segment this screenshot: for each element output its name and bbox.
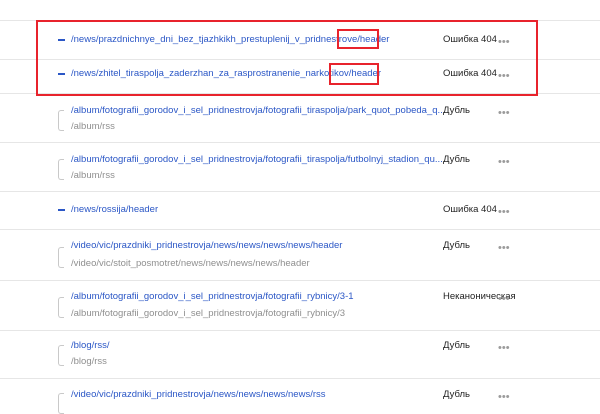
row-duplicate-url: /blog/rss: [71, 356, 107, 367]
row-url-link[interactable]: /album/fotografii_gorodov_i_sel_pridnest…: [71, 154, 443, 165]
group-bracket-icon: [58, 393, 64, 414]
table-row: /album/fotografii_gorodov_i_sel_pridnest…: [0, 143, 600, 192]
group-bracket-icon: [58, 247, 64, 268]
more-options-icon[interactable]: •••: [498, 37, 510, 48]
row-url-link[interactable]: /album/fotografii_gorodov_i_sel_pridnest…: [71, 105, 445, 116]
group-bracket-icon: [58, 345, 64, 366]
group-bracket-icon: [58, 159, 64, 180]
table-row: /video/vic/prazdniki_pridnestrovja/news/…: [0, 230, 600, 281]
row-url-link[interactable]: /album/fotografii_gorodov_i_sel_pridnest…: [71, 291, 354, 302]
group-bracket-icon: [58, 297, 64, 318]
table-row: /video/vic/prazdniki_pridnestrovja/news/…: [0, 379, 600, 414]
table-row: /news/prazdnichnye_dni_bez_tjazhkikh_pre…: [0, 20, 600, 60]
status-label: Дубль: [443, 240, 471, 251]
collapse-dash-icon[interactable]: [58, 39, 65, 41]
row-duplicate-url: /video/vic/stoit_posmotret/news/news/new…: [71, 258, 310, 269]
status-label: Дубль: [443, 340, 471, 351]
table-row: /news/zhitel_tiraspolja_zaderzhan_za_ras…: [0, 59, 600, 94]
row-url-link[interactable]: /video/vic/prazdniki_pridnestrovja/news/…: [71, 240, 342, 251]
collapse-dash-icon[interactable]: [58, 209, 65, 211]
more-options-icon[interactable]: •••: [498, 157, 510, 168]
more-options-icon[interactable]: •••: [498, 108, 510, 119]
group-bracket-icon: [58, 110, 64, 131]
table-row: /album/fotografii_gorodov_i_sel_pridnest…: [0, 94, 600, 143]
more-options-icon[interactable]: •••: [498, 207, 510, 218]
status-label: Ошибка 404: [443, 68, 497, 79]
row-duplicate-url: /album/rss: [71, 121, 115, 132]
table-row: /news/rossija/header Ошибка 404 •••: [0, 192, 600, 230]
status-label: Ошибка 404: [443, 34, 497, 45]
status-label: Ошибка 404: [443, 204, 497, 215]
row-duplicate-url: /album/fotografii_gorodov_i_sel_pridnest…: [71, 308, 346, 319]
status-label: Дубль: [443, 154, 471, 165]
row-url-link[interactable]: /news/prazdnichnye_dni_bez_tjazhkikh_pre…: [71, 34, 389, 45]
more-options-icon[interactable]: •••: [498, 392, 510, 403]
row-url-link[interactable]: /news/rossija/header: [71, 204, 158, 215]
more-options-icon[interactable]: •••: [498, 294, 510, 305]
row-duplicate-url: /album/rss: [71, 170, 115, 181]
row-url-link[interactable]: /video/vic/prazdniki_pridnestrovja/news/…: [71, 389, 326, 400]
row-url-link[interactable]: /news/zhitel_tiraspolja_zaderzhan_za_ras…: [71, 68, 381, 79]
collapse-dash-icon[interactable]: [58, 73, 65, 75]
more-options-icon[interactable]: •••: [498, 243, 510, 254]
more-options-icon[interactable]: •••: [498, 343, 510, 354]
status-label: Дубль: [443, 389, 471, 400]
status-label: Дубль: [443, 105, 471, 116]
more-options-icon[interactable]: •••: [498, 71, 510, 82]
row-url-link[interactable]: /blog/rss/: [71, 340, 110, 351]
table-row: /blog/rss/ /blog/rss Дубль •••: [0, 331, 600, 379]
table-row: /album/fotografii_gorodov_i_sel_pridnest…: [0, 281, 600, 331]
